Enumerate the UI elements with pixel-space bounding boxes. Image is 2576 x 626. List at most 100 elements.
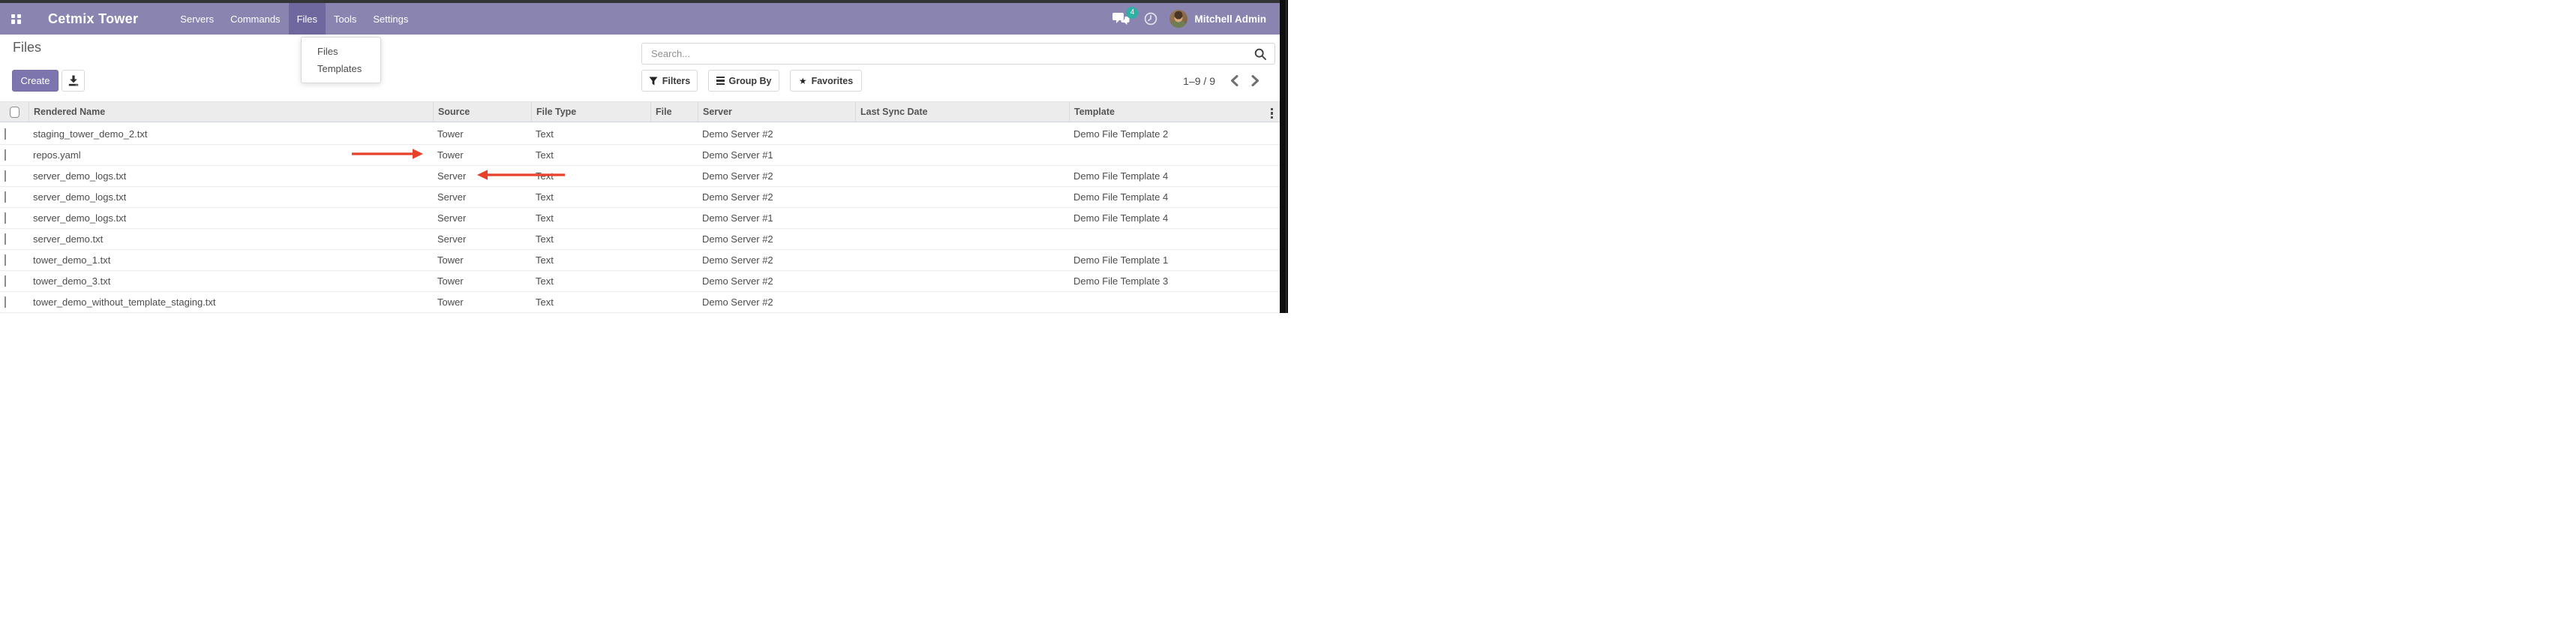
messages-button[interactable]: 4 [1112, 12, 1130, 26]
row-checkbox[interactable] [5, 170, 6, 182]
cell-rendered-name: server_demo_logs.txt [29, 212, 433, 224]
cell-rendered-name: tower_demo_1.txt [29, 254, 433, 266]
cell-source: Server [433, 170, 531, 182]
filters-button[interactable]: Filters [641, 70, 698, 92]
table-row[interactable]: tower_demo_1.txt Tower Text Demo Server … [0, 250, 1280, 271]
brand-title[interactable]: Cetmix Tower [48, 11, 138, 27]
header-source[interactable]: Source [433, 102, 531, 122]
cell-rendered-name: staging_tower_demo_2.txt [29, 128, 433, 140]
table-row[interactable]: server_demo_logs.txt Server Text Demo Se… [0, 187, 1280, 208]
group-by-button[interactable]: Group By [708, 70, 779, 92]
download-button[interactable] [62, 70, 85, 92]
search-icon[interactable] [1254, 48, 1266, 60]
cell-source: Server [433, 233, 531, 245]
page-title: Files [13, 40, 41, 56]
row-checkbox-cell [0, 191, 29, 203]
cell-rendered-name: server_demo_logs.txt [29, 191, 433, 203]
cell-source: Tower [433, 149, 531, 161]
row-checkbox[interactable] [5, 233, 6, 245]
header-last-sync-date[interactable]: Last Sync Date [855, 102, 1069, 122]
table-row[interactable]: server_demo.txt Server Text Demo Server … [0, 229, 1280, 250]
cell-source: Server [433, 191, 531, 203]
cell-rendered-name: server_demo_logs.txt [29, 170, 433, 182]
search-input[interactable] [642, 48, 1254, 59]
window-edge-right [1280, 0, 1288, 313]
table-header: Rendered Name Source File Type File Serv… [0, 101, 1280, 122]
cell-template: Demo File Template 1 [1069, 254, 1276, 266]
row-checkbox-cell [0, 212, 29, 224]
header-file-type[interactable]: File Type [531, 102, 650, 122]
cell-source: Tower [433, 128, 531, 140]
pager-previous-button[interactable] [1229, 74, 1240, 88]
table-row[interactable]: staging_tower_demo_2.txt Tower Text Demo… [0, 124, 1280, 145]
main-menu: Servers Commands Files Tools Settings [172, 3, 416, 35]
header-server[interactable]: Server [698, 102, 855, 122]
cell-template: Demo File Template 4 [1069, 191, 1276, 203]
row-checkbox[interactable] [5, 191, 6, 203]
dropdown-item-files[interactable]: Files [302, 43, 380, 60]
cell-template: Demo File Template 2 [1069, 128, 1276, 140]
header-template[interactable]: Template [1069, 102, 1276, 122]
table-body: staging_tower_demo_2.txt Tower Text Demo… [0, 124, 1280, 313]
row-checkbox-cell [0, 275, 29, 287]
row-checkbox[interactable] [5, 128, 6, 140]
row-checkbox-cell [0, 149, 29, 161]
cell-file-type: Text [531, 275, 650, 287]
cell-file-type: Text [531, 149, 650, 161]
header-rendered-name[interactable]: Rendered Name [29, 102, 433, 122]
cell-server: Demo Server #2 [698, 128, 855, 140]
select-all-checkbox[interactable] [10, 107, 20, 118]
table-row[interactable]: tower_demo_3.txt Tower Text Demo Server … [0, 271, 1280, 292]
group-by-icon [716, 77, 725, 86]
user-name[interactable]: Mitchell Admin [1194, 14, 1266, 25]
cell-file-type: Text [531, 191, 650, 203]
row-checkbox[interactable] [5, 254, 6, 266]
cell-source: Server [433, 212, 531, 224]
cell-rendered-name: tower_demo_3.txt [29, 275, 433, 287]
menu-servers[interactable]: Servers [172, 3, 222, 35]
dropdown-item-templates[interactable]: Templates [302, 60, 380, 77]
favorites-button[interactable]: ★ Favorites [790, 70, 862, 92]
cell-template: Demo File Template 4 [1069, 170, 1276, 182]
pager-next-button[interactable] [1250, 74, 1261, 88]
cell-server: Demo Server #1 [698, 212, 855, 224]
apps-grid-icon[interactable] [11, 14, 21, 24]
create-button[interactable]: Create [12, 70, 59, 92]
cell-rendered-name: repos.yaml [29, 149, 433, 161]
row-checkbox[interactable] [5, 212, 6, 224]
table-row[interactable]: server_demo_logs.txt Server Text Demo Se… [0, 166, 1280, 187]
messages-count-badge: 4 [1126, 7, 1138, 19]
activities-button[interactable] [1144, 12, 1157, 26]
table-row[interactable]: repos.yaml Tower Text Demo Server #1 [0, 145, 1280, 166]
star-icon: ★ [799, 77, 807, 86]
funnel-icon [649, 77, 658, 86]
cell-server: Demo Server #2 [698, 170, 855, 182]
column-options-icon[interactable] [1271, 108, 1274, 119]
menu-commands[interactable]: Commands [222, 3, 288, 35]
menu-files[interactable]: Files [289, 3, 326, 35]
row-checkbox-cell [0, 296, 29, 308]
cell-rendered-name: server_demo.txt [29, 233, 433, 245]
table-row[interactable]: server_demo_logs.txt Server Text Demo Se… [0, 208, 1280, 229]
row-checkbox[interactable] [5, 275, 6, 287]
list-footer-area [0, 313, 1280, 314]
cell-server: Demo Server #2 [698, 191, 855, 203]
table-row[interactable]: tower_demo_without_template_staging.txt … [0, 292, 1280, 313]
cell-server: Demo Server #2 [698, 233, 855, 245]
cell-file-type: Text [531, 254, 650, 266]
cell-file-type: Text [531, 170, 650, 182]
cell-server: Demo Server #2 [698, 254, 855, 266]
row-checkbox-cell [0, 233, 29, 245]
cell-file-type: Text [531, 128, 650, 140]
window-edge-top [0, 0, 1288, 3]
row-checkbox[interactable] [5, 296, 6, 308]
group-by-label: Group By [729, 76, 772, 86]
header-file[interactable]: File [650, 102, 698, 122]
cell-file-type: Text [531, 233, 650, 245]
user-avatar[interactable] [1169, 10, 1187, 28]
menu-settings[interactable]: Settings [365, 3, 416, 35]
row-checkbox-cell [0, 128, 29, 140]
cell-server: Demo Server #1 [698, 149, 855, 161]
menu-tools[interactable]: Tools [326, 3, 365, 35]
row-checkbox[interactable] [5, 149, 6, 161]
